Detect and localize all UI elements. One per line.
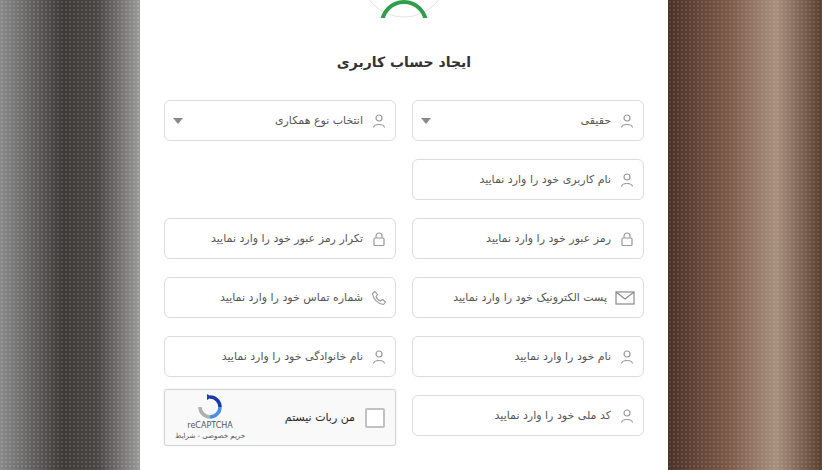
signup-panel: ایجاد حساب کاربری حقیقی انتخاب نوع همکاری م… [140, 0, 668, 470]
input-field [412, 277, 644, 318]
background-photo [0, 0, 140, 470]
user-icon [619, 113, 635, 129]
text-input[interactable] [421, 173, 611, 186]
lock-icon [371, 231, 387, 247]
text-input[interactable] [421, 409, 611, 422]
text-input[interactable] [173, 350, 363, 363]
select-value: انتخاب نوع همکاری [191, 114, 363, 127]
input-field [412, 218, 644, 259]
recaptcha-logo: reCAPTCHAحریم خصوصی - شرایط [175, 394, 245, 441]
recaptcha-brand: reCAPTCHA [187, 421, 232, 431]
user-icon [619, 349, 635, 365]
lock-icon [619, 231, 635, 247]
recaptcha-label: من ربات نیستم [285, 411, 355, 424]
chevron-down-icon [421, 118, 431, 124]
input-field [412, 395, 644, 436]
user-icon [619, 172, 635, 188]
input-field [412, 159, 644, 200]
text-input[interactable] [173, 232, 363, 245]
empty-cell [164, 159, 396, 200]
input-field [164, 277, 396, 318]
input-field [164, 218, 396, 259]
recaptcha-box: من ربات نیستم reCAPTCHAحریم خصوصی - شرایط [164, 389, 396, 446]
page: ایجاد حساب کاربری حقیقی انتخاب نوع همکاری م… [0, 0, 822, 470]
select-field[interactable]: حقیقی [412, 100, 644, 141]
text-input[interactable] [421, 350, 611, 363]
user-icon [371, 113, 387, 129]
phone-icon [371, 290, 387, 306]
select-field[interactable]: انتخاب نوع همکاری [164, 100, 396, 141]
page-title: ایجاد حساب کاربری [337, 52, 471, 72]
input-field [164, 336, 396, 377]
select-value: حقیقی [439, 114, 611, 127]
signup-form: حقیقی انتخاب نوع همکاری من ربات نیستم reCAP… [164, 100, 644, 446]
recaptcha-links[interactable]: حریم خصوصی - شرایط [175, 432, 245, 441]
text-input[interactable] [421, 232, 611, 245]
recaptcha-checkbox[interactable] [365, 408, 385, 428]
user-icon [619, 408, 635, 424]
input-field [412, 336, 644, 377]
recaptcha-icon [197, 394, 223, 420]
user-icon [371, 349, 387, 365]
text-input[interactable] [173, 291, 363, 304]
envelope-icon [615, 290, 635, 306]
logo-icon [359, 0, 449, 18]
text-input[interactable] [421, 291, 607, 304]
background-photo [668, 0, 822, 470]
chevron-down-icon [173, 118, 183, 124]
